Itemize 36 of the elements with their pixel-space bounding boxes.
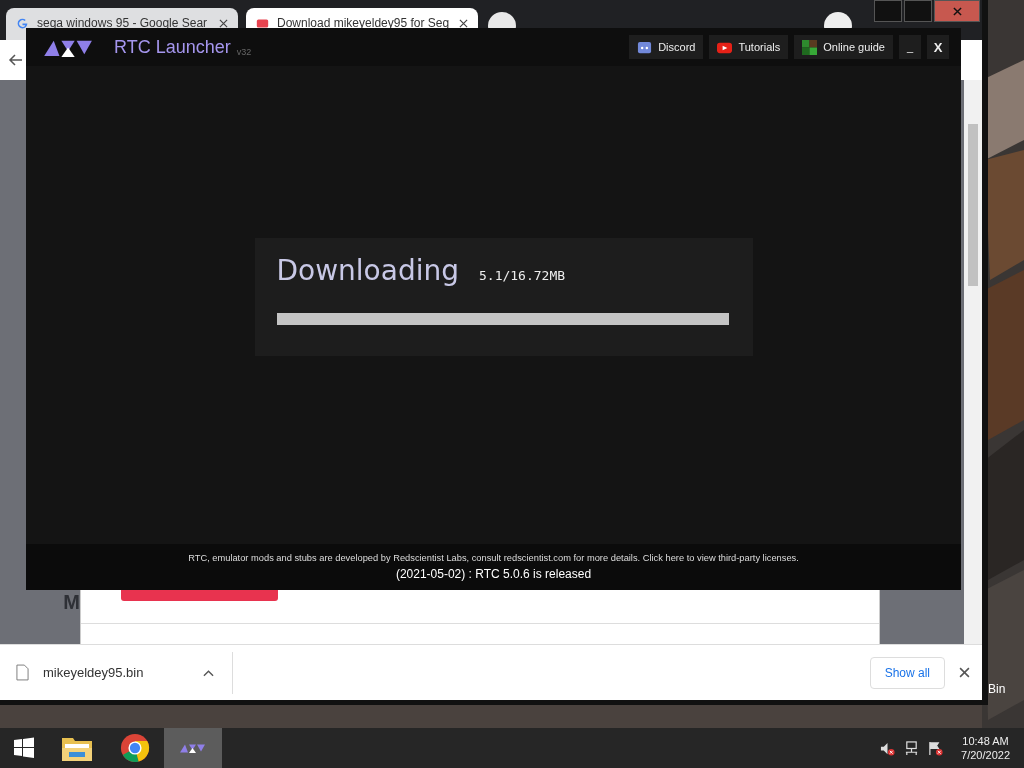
flag-icon[interactable] [928,740,944,756]
caret-icon[interactable] [203,668,215,677]
blocks-icon [802,39,818,55]
download-size: 5.1/16.72MB [479,268,566,283]
close-icon[interactable] [459,19,468,28]
minimize-button[interactable] [874,0,902,22]
network-icon[interactable] [904,740,920,756]
version-label: v32 [236,47,252,57]
link-button[interactable]: Online guide [794,35,893,59]
site-icon [256,17,269,30]
close-icon[interactable] [959,667,970,678]
release-news: (2021-05-02) : RTC 5.0.6 is released [395,567,592,581]
maximize-button[interactable] [904,0,932,22]
windows-icon [11,736,37,760]
download-file-name[interactable]: mikeyeldey95.bin [43,665,144,680]
chat-icon [637,39,653,55]
license-notice[interactable]: RTC, emulator mods and stubs are developed by Redscientist Labs, consult redscientist.com for more details. Click here to view third-party licenses. [188,553,799,563]
close-button[interactable] [934,0,980,22]
link-button[interactable]: Discord [629,35,704,59]
chrome-icon [119,733,151,763]
link-button[interactable]: Tutorials [709,35,789,59]
scrollbar[interactable] [964,80,982,644]
clock-date[interactable]: 7/20/2022 [961,749,1010,761]
close-icon [952,6,962,16]
file-icon [16,664,29,681]
download-status: Downloading [276,254,459,287]
desktop-icon-label[interactable]: Bin [988,682,1006,696]
page-heading: M [63,591,80,614]
clock-time[interactable]: 10:48 AM [962,735,1009,747]
show-all-button[interactable]: Show all [869,656,945,689]
google-icon [16,17,29,30]
close-icon[interactable] [219,19,228,28]
muted-speaker-icon[interactable] [880,740,896,756]
close-button[interactable]: X [927,35,949,59]
back-icon[interactable] [8,52,24,68]
minimize-button[interactable]: _ [899,35,921,59]
